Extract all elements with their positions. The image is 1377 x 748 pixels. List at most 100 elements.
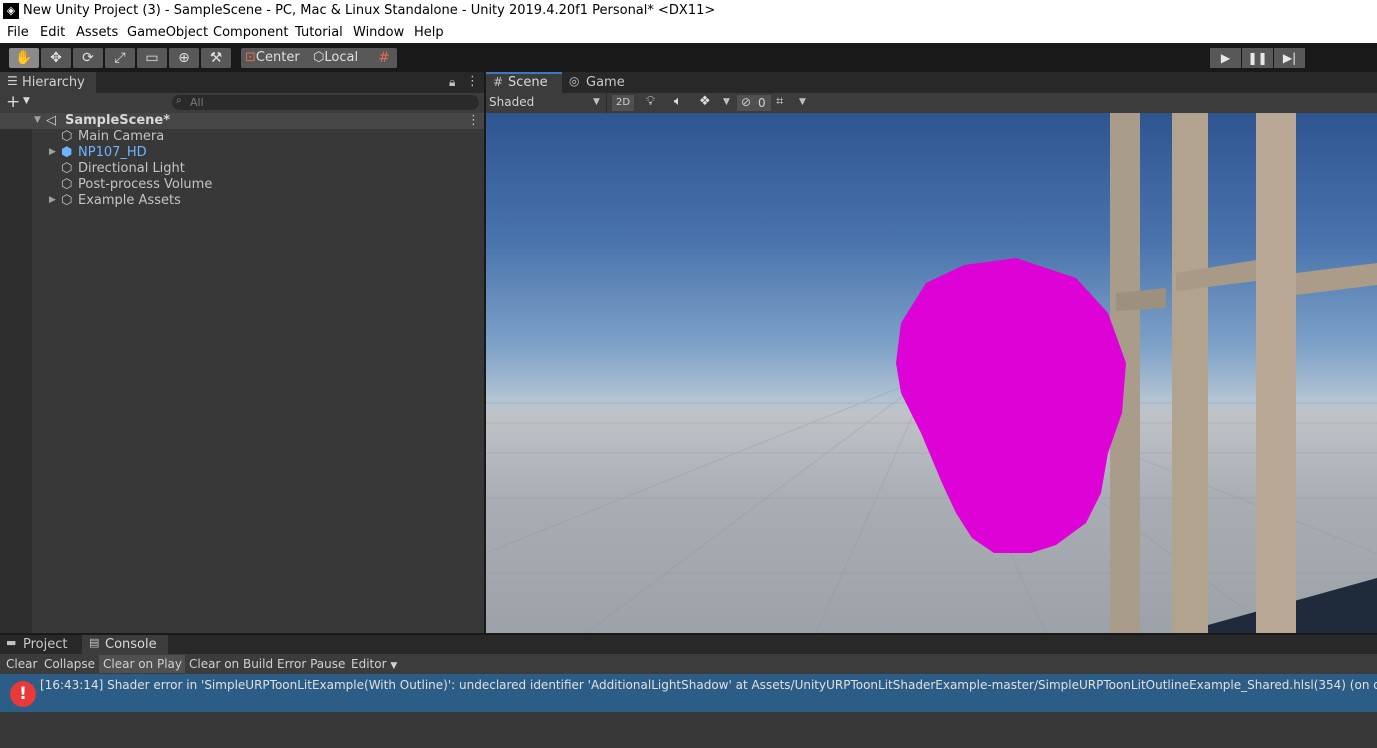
- pause-button[interactable]: ❚❚: [1242, 48, 1273, 68]
- step-button[interactable]: ▶|: [1274, 48, 1305, 68]
- scene-menu-icon[interactable]: ⋮: [467, 113, 480, 128]
- create-dropdown-icon[interactable]: ▼: [23, 96, 30, 106]
- 2d-toggle-button[interactable]: 2D: [612, 95, 634, 111]
- list-item-label: Example Assets: [78, 193, 181, 208]
- tab-console[interactable]: ▤ Console: [82, 635, 168, 654]
- clear-button[interactable]: Clear: [2, 655, 42, 673]
- lighting-toggle-icon[interactable]: 💡︎: [646, 94, 655, 109]
- grid-toggle-icon[interactable]: ⌗: [776, 94, 783, 109]
- expand-arrow-icon[interactable]: ▶: [49, 195, 56, 205]
- expand-arrow-icon[interactable]: ▼: [34, 115, 41, 125]
- menu-file[interactable]: File: [7, 25, 29, 40]
- rotate-tool-icon[interactable]: ⟳: [73, 48, 103, 68]
- list-item-label: Directional Light: [78, 161, 185, 176]
- search-icon: ⌕: [176, 95, 182, 106]
- scene-name: SampleScene*: [65, 113, 171, 128]
- console-icon: ▤: [89, 636, 100, 649]
- gamepad-icon: ◎: [569, 74, 580, 88]
- wooden-fence: [1110, 113, 1377, 633]
- hierarchy-icon: ☰: [7, 74, 18, 88]
- search-placeholder: All: [190, 96, 204, 109]
- hand-tool-icon[interactable]: ✋: [9, 48, 39, 68]
- error-message: [16:43:14] Shader error in 'SimpleURPToo…: [40, 678, 1377, 692]
- pivot-mode-label: Center: [255, 50, 300, 65]
- scene-row[interactable]: ▼ ◁ SampleScene* ⋮: [0, 113, 484, 129]
- editor-dropdown-label: Editor: [351, 657, 387, 671]
- draw-mode-label: Shaded: [489, 95, 535, 109]
- rect-tool-icon[interactable]: ▭: [137, 48, 167, 68]
- unity-scene-icon: ◁: [46, 113, 56, 128]
- console-empty-area: [0, 712, 1377, 748]
- list-item[interactable]: ⬡ Post-process Volume: [0, 177, 484, 193]
- effects-dropdown-icon[interactable]: ▼: [723, 97, 730, 107]
- list-item-label: Main Camera: [78, 129, 165, 144]
- gameobject-icon: ⬡: [61, 161, 73, 176]
- hidden-objects-toggle[interactable]: ⊘ 0: [737, 95, 771, 111]
- list-item[interactable]: ⬡ Directional Light: [0, 161, 484, 177]
- menu-component[interactable]: Component: [213, 25, 288, 40]
- hierarchy-tab-label: Hierarchy: [22, 75, 85, 90]
- menu-help[interactable]: Help: [414, 25, 444, 40]
- search-input[interactable]: ⌕ All: [172, 95, 479, 110]
- scale-tool-icon[interactable]: ⤢: [105, 48, 135, 68]
- eye-off-icon: ⊘: [741, 95, 752, 109]
- custom-tool-icon[interactable]: ⚒: [201, 48, 231, 68]
- pivot-mode-button[interactable]: ⊡Center: [241, 48, 311, 68]
- list-item-label: Post-process Volume: [78, 177, 213, 192]
- tab-hierarchy[interactable]: ☰ Hierarchy: [0, 72, 96, 93]
- chevron-down-icon: ▼: [593, 97, 600, 107]
- prefab-icon: ⬢: [61, 145, 73, 160]
- panel-menu-icon[interactable]: ⋮: [466, 74, 479, 89]
- menu-gameobject[interactable]: GameObject: [127, 25, 208, 40]
- folder-icon: ▬: [6, 636, 17, 649]
- menu-tutorial[interactable]: Tutorial: [295, 25, 343, 40]
- draw-mode-dropdown[interactable]: Shaded ▼: [486, 93, 607, 113]
- clear-on-play-button[interactable]: Clear on Play: [99, 655, 186, 673]
- console-tab-bar: ▬ Project ▤ Console: [0, 635, 1377, 654]
- list-item[interactable]: ▶ ⬡ Example Assets: [0, 193, 484, 209]
- gameobject-icon: ⬡: [61, 193, 73, 208]
- move-tool-icon[interactable]: ✥: [41, 48, 71, 68]
- scene-grid-icon: #: [493, 75, 504, 89]
- expand-arrow-icon[interactable]: ▶: [49, 147, 56, 157]
- grid-dropdown-icon[interactable]: ▼: [799, 97, 806, 107]
- lock-icon[interactable]: 🔒︎: [449, 75, 455, 90]
- collapse-button[interactable]: Collapse: [40, 655, 99, 673]
- console-log-entry[interactable]: ! [16:43:14] Shader error in 'SimpleURPT…: [0, 674, 1377, 712]
- list-item[interactable]: ⬡ Main Camera: [0, 129, 484, 145]
- scene-viewport[interactable]: [486, 113, 1377, 633]
- main-toolbar: ✋ ✥ ⟳ ⤢ ▭ ⊕ ⚒ ⊡Center ⬡Local # ▶ ❚❚ ▶|: [0, 43, 1377, 72]
- play-button[interactable]: ▶: [1210, 48, 1241, 68]
- menu-window[interactable]: Window: [353, 25, 404, 40]
- tab-game[interactable]: ◎ Game: [564, 72, 634, 93]
- chevron-down-icon: ▼: [390, 661, 398, 671]
- clear-on-build-button[interactable]: Clear on Build: [185, 655, 278, 673]
- window-title: New Unity Project (3) - SampleScene - PC…: [23, 3, 716, 18]
- gameobject-icon: ⬡: [61, 129, 73, 144]
- hidden-count: 0: [758, 96, 766, 110]
- menu-edit[interactable]: Edit: [40, 25, 65, 40]
- unity-logo-icon: ◈: [3, 3, 19, 19]
- gameobject-icon: ⬡: [61, 177, 73, 192]
- pivot-rotation-button[interactable]: ⬡Local: [309, 48, 375, 68]
- local-cube-icon: ⬡: [313, 50, 325, 65]
- error-pause-button[interactable]: Error Pause: [273, 655, 350, 673]
- tab-game-label: Game: [586, 75, 625, 90]
- scene-render: [486, 113, 1377, 633]
- transform-tool-icon[interactable]: ⊕: [169, 48, 199, 68]
- hierarchy-toolbar: + ▼ ⌕ All: [0, 92, 484, 113]
- list-item[interactable]: ▶ ⬢ NP107_HD: [0, 145, 484, 161]
- effects-toggle-icon[interactable]: ❖: [699, 94, 711, 109]
- pivot-center-icon: ⊡: [245, 50, 256, 65]
- tab-project-label: Project: [23, 637, 68, 652]
- audio-toggle-icon[interactable]: 🔈︎: [674, 94, 682, 109]
- create-button[interactable]: +: [6, 92, 20, 112]
- pivot-rotation-label: Local: [324, 50, 359, 65]
- editor-dropdown[interactable]: Editor ▼: [347, 655, 402, 673]
- tab-scene[interactable]: # Scene: [486, 72, 562, 93]
- grid-snap-icon[interactable]: #: [371, 48, 397, 68]
- tab-project[interactable]: ▬ Project: [0, 635, 80, 654]
- tab-scene-label: Scene: [508, 75, 548, 90]
- magenta-mesh[interactable]: [896, 258, 1126, 553]
- menu-assets[interactable]: Assets: [76, 25, 118, 40]
